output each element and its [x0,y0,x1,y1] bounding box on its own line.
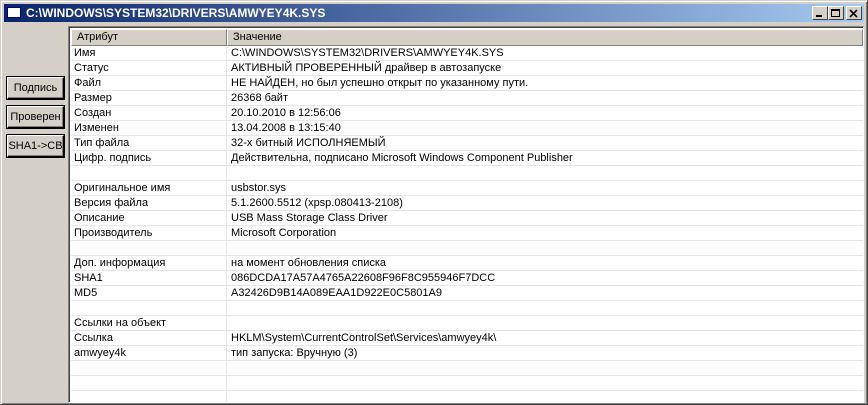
table-row[interactable]: Тип файла 32-х битный ИСПОЛНЯЕМЫЙ [71,136,863,151]
table-row[interactable] [71,391,863,402]
row-attribute: Доп. информация [74,257,166,269]
table-row[interactable]: Цифр. подпись Действительна, подписано Mi… [71,151,863,166]
column-header-value[interactable]: Значение [227,29,863,46]
row-value: НЕ НАЙДЕН, но был успешно открыт по указ… [231,77,529,89]
minimize-icon [816,15,822,17]
row-value: 5.1.2600.5512 (xpsp.080413-2108) [231,197,403,209]
row-value: usbstor.sys [231,182,287,194]
row-attribute: SHA1 [74,272,103,284]
close-icon [849,9,858,18]
close-button[interactable] [846,6,862,20]
table-row[interactable]: Производитель Microsoft Corporation [71,226,863,241]
list-header: Атрибут Значение [71,29,863,46]
row-attribute: Размер [74,92,112,104]
table-row[interactable] [71,241,863,256]
maximize-button[interactable] [828,6,844,20]
check-button[interactable]: Проверен [6,105,65,129]
title-bar[interactable]: C:\WINDOWS\SYSTEM32\DRIVERS\AMWYEY4K.SYS [4,4,864,22]
row-attribute: Производитель [74,227,153,239]
table-row[interactable]: MD5 A32426D9B14A089EAA1D922E0C5801A9 [71,286,863,301]
row-attribute: Версия файла [74,197,149,209]
table-row[interactable]: Имя C:\WINDOWS\SYSTEM32\DRIVERS\AMWYEY4K.… [71,46,863,61]
window-icon [7,7,21,18]
row-attribute [74,391,224,402]
table-row[interactable]: amwyey4k тип запуска: Вручную (3) [71,346,863,361]
row-attribute: Ссылки на объект [74,317,167,329]
row-value [231,391,861,402]
list-rows: Имя C:\WINDOWS\SYSTEM32\DRIVERS\AMWYEY4K.… [71,46,863,402]
row-attribute: Описание [74,212,125,224]
row-value [231,316,861,330]
table-row[interactable]: Ссылки на объект [71,316,863,331]
row-value [231,166,861,180]
row-value: A32426D9B14A089EAA1D922E0C5801A9 [231,287,442,299]
window-title: C:\WINDOWS\SYSTEM32\DRIVERS\AMWYEY4K.SYS [26,6,326,20]
row-attribute: Оригинальное имя [74,182,171,194]
row-value [231,241,861,255]
row-attribute: Тип файла [74,137,130,149]
row-value: 13.04.2008 в 13:15:40 [231,122,341,134]
row-value: Microsoft Corporation [231,227,337,239]
table-row[interactable]: Файл НЕ НАЙДЕН, но был успешно открыт по … [71,76,863,91]
row-value: 32-х битный ИСПОЛНЯЕМЫЙ [231,137,386,149]
row-attribute: amwyey4k [74,347,126,359]
row-value: на момент обновления списка [231,257,387,269]
sha1-copy-button[interactable]: SHA1->CB [6,134,65,158]
table-row[interactable] [71,376,863,391]
row-value [231,301,861,315]
row-value [231,376,861,390]
table-row[interactable] [71,301,863,316]
left-panel: Подпись Проверен SHA1->CB [4,25,67,403]
row-attribute: Файл [74,77,102,89]
main-window: C:\WINDOWS\SYSTEM32\DRIVERS\AMWYEY4K.SYS… [0,0,868,405]
row-attribute: Ссылка [74,332,113,344]
row-attribute [74,166,224,180]
table-row[interactable]: Изменен 13.04.2008 в 13:15:40 [71,121,863,136]
table-row[interactable]: Оригинальное имя usbstor.sys [71,181,863,196]
row-value: тип запуска: Вручную (3) [231,347,358,359]
table-row[interactable]: Ссылка HKLM\System\CurrentControlSet\Serv… [71,331,863,346]
row-value: Действительна, подписано Microsoft Windo… [231,152,573,164]
row-value: 20.10.2010 в 12:56:06 [231,107,341,119]
row-attribute [74,376,224,390]
row-attribute: Имя [74,47,96,59]
row-attribute [74,361,224,375]
row-value: C:\WINDOWS\SYSTEM32\DRIVERS\AMWYEY4K.SYS [231,47,504,59]
table-row[interactable]: Доп. информация на момент обновления спис… [71,256,863,271]
row-attribute [74,241,224,255]
table-row[interactable]: Размер 26368 байт [71,91,863,106]
row-value [231,361,861,375]
attribute-list[interactable]: Атрибут Значение Имя C:\WINDOWS\SYSTEM32\… [68,26,864,403]
row-attribute: MD5 [74,287,98,299]
sign-button[interactable]: Подпись [6,76,65,100]
row-value: HKLM\System\CurrentControlSet\Services\a… [231,332,497,344]
row-attribute: Статус [74,62,109,74]
table-row[interactable]: Версия файла 5.1.2600.5512 (xpsp.080413-2… [71,196,863,211]
row-value: 26368 байт [231,92,288,104]
table-row[interactable]: SHA1 086DCDA17A57A4765A22608F96F8C955946F… [71,271,863,286]
row-value: USB Mass Storage Class Driver [231,212,388,224]
row-attribute: Изменен [74,122,119,134]
table-row[interactable] [71,361,863,376]
row-attribute: Создан [74,107,112,119]
row-value: 086DCDA17A57A4765A22608F96F8C955946F7DCC [231,272,496,284]
row-attribute [74,301,224,315]
row-value: АКТИВНЫЙ ПРОВЕРЕННЫЙ драйвер в автозапус… [231,62,502,74]
row-attribute: Цифр. подпись [74,152,152,164]
table-row[interactable] [71,166,863,181]
table-row[interactable]: Статус АКТИВНЫЙ ПРОВЕРЕННЫЙ драйвер в авт… [71,61,863,76]
table-row[interactable]: Создан 20.10.2010 в 12:56:06 [71,106,863,121]
maximize-icon [831,9,840,17]
minimize-button[interactable] [812,6,828,20]
table-row[interactable]: Описание USB Mass Storage Class Driver [71,211,863,226]
column-header-attribute[interactable]: Атрибут [71,29,227,46]
